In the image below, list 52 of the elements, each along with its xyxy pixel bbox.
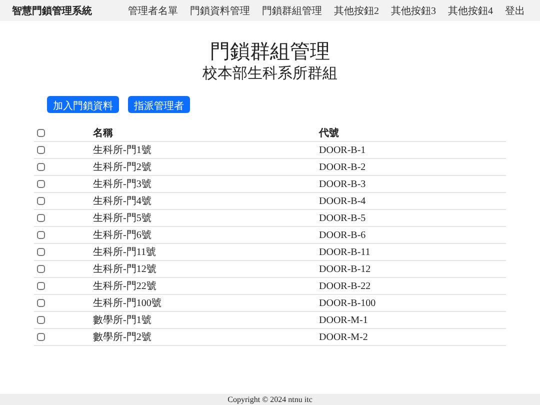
lock-name: 生科所-門22號 xyxy=(93,281,156,292)
row-checkbox[interactable] xyxy=(37,282,45,290)
row-checkbox[interactable] xyxy=(37,248,45,256)
select-all-checkbox[interactable] xyxy=(37,129,45,138)
add-lock-button[interactable]: 加入門鎖資料 xyxy=(47,96,119,113)
lock-name: 數學所-門1號 xyxy=(93,315,152,326)
lock-code: DOOR-M-1 xyxy=(319,314,368,326)
row-checkbox[interactable] xyxy=(37,180,45,188)
nav-link[interactable]: 登出 xyxy=(505,4,525,18)
lock-code: DOOR-B-1 xyxy=(319,144,366,156)
lock-code: DOOR-B-5 xyxy=(319,212,366,224)
lock-name: 生科所-門12號 xyxy=(93,264,156,275)
lock-name: 生科所-門5號 xyxy=(93,213,152,224)
lock-code: DOOR-B-22 xyxy=(319,280,371,292)
lock-name: 生科所-門1號 xyxy=(93,145,152,156)
row-checkbox[interactable] xyxy=(37,214,45,222)
page-title: 門鎖群組管理 xyxy=(210,40,330,64)
row-checkbox[interactable] xyxy=(37,163,45,172)
nav-link[interactable]: 其他按鈕3 xyxy=(391,4,436,18)
copyright-text: Copyright © 2024 ntnu itc xyxy=(228,395,312,404)
lock-name: 生科所-門2號 xyxy=(93,162,152,173)
nav-link[interactable]: 其他按鈕4 xyxy=(448,4,493,18)
nav-link[interactable]: 門鎖資料管理 xyxy=(190,4,250,18)
column-header: 名稱 xyxy=(93,128,113,139)
nav-link[interactable]: 門鎖群組管理 xyxy=(262,4,322,18)
lock-name: 生科所-門4號 xyxy=(93,196,152,207)
lock-name: 生科所-門3號 xyxy=(93,179,152,190)
assign-admin-button[interactable]: 指派管理者 xyxy=(128,96,190,113)
row-checkbox[interactable] xyxy=(37,316,45,324)
lock-name: 生科所-門11號 xyxy=(93,247,156,258)
row-checkbox[interactable] xyxy=(37,231,45,240)
app-brand[interactable]: 智慧門鎖管理系統 xyxy=(12,4,92,18)
lock-name: 數學所-門2號 xyxy=(93,332,152,343)
row-checkbox[interactable] xyxy=(37,146,45,154)
column-header: 代號 xyxy=(319,128,339,139)
row-checkbox[interactable] xyxy=(37,299,45,308)
nav-link[interactable]: 其他按鈕2 xyxy=(334,4,379,18)
lock-code: DOOR-B-6 xyxy=(319,230,366,240)
row-checkbox[interactable] xyxy=(37,333,45,342)
lock-code: DOOR-B-12 xyxy=(319,264,371,274)
lock-code: DOOR-B-3 xyxy=(319,178,366,190)
lock-code: DOOR-M-2 xyxy=(319,332,368,342)
lock-name: 生科所-門100號 xyxy=(93,298,162,309)
lock-code: DOOR-B-11 xyxy=(319,246,370,258)
lock-code: DOOR-B-2 xyxy=(319,162,366,172)
nav-link[interactable]: 管理者名單 xyxy=(128,4,178,18)
row-checkbox[interactable] xyxy=(37,265,45,274)
group-subtitle: 校本部生科系所群組 xyxy=(202,64,338,84)
lock-code: DOOR-B-4 xyxy=(319,196,366,206)
row-checkbox[interactable] xyxy=(37,197,45,206)
lock-name: 生科所-門6號 xyxy=(93,230,152,241)
lock-code: DOOR-B-100 xyxy=(319,298,376,308)
